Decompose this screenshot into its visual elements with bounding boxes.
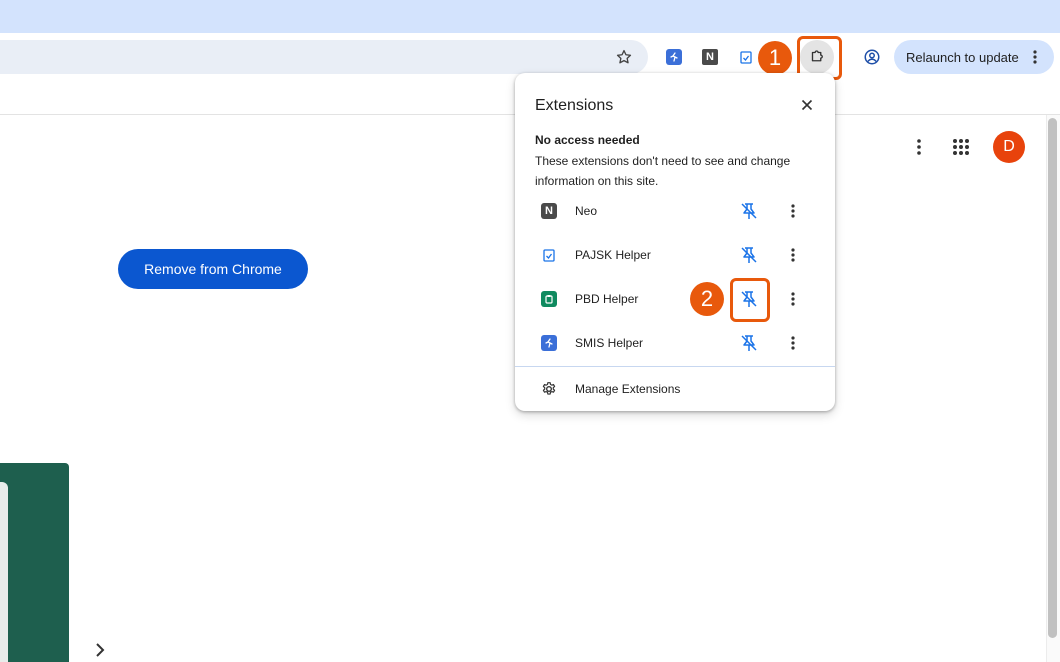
manage-extensions-row[interactable]: Manage Extensions bbox=[515, 367, 835, 411]
more-vertical-icon[interactable] bbox=[785, 333, 801, 353]
chevron-right-icon[interactable] bbox=[92, 641, 108, 659]
annotation-marker-2: 2 bbox=[690, 282, 724, 316]
extension-name: SMIS Helper bbox=[575, 336, 644, 350]
address-bar[interactable] bbox=[0, 40, 648, 74]
annotation-highlight-pin-button bbox=[730, 278, 770, 322]
relaunch-label: Relaunch to update bbox=[906, 49, 1019, 65]
profile-icon[interactable] bbox=[862, 47, 882, 67]
clipboard-icon bbox=[541, 291, 557, 307]
gear-icon bbox=[541, 381, 557, 397]
extension-name: PAJSK Helper bbox=[575, 248, 651, 262]
neo-icon: N bbox=[541, 203, 557, 219]
extension-name: PBD Helper bbox=[575, 292, 639, 306]
tab-strip bbox=[0, 0, 1060, 33]
more-vertical-icon[interactable] bbox=[785, 201, 801, 221]
more-vertical-icon bbox=[1033, 50, 1037, 64]
runner-icon bbox=[541, 335, 557, 351]
page-more-icon[interactable] bbox=[911, 137, 927, 157]
screenshot-card-inner bbox=[0, 482, 8, 662]
extension-name: Neo bbox=[575, 204, 598, 218]
more-vertical-icon[interactable] bbox=[785, 289, 801, 309]
annotation-marker-1: 1 bbox=[758, 41, 792, 75]
pin-icon[interactable] bbox=[739, 333, 759, 353]
scrollbar-thumb[interactable] bbox=[1048, 118, 1057, 638]
clipboard-check-icon bbox=[541, 247, 557, 263]
extensions-popup: Extensions No access needed These extens… bbox=[515, 73, 835, 411]
extensions-popup-title: Extensions bbox=[535, 97, 614, 114]
pin-icon[interactable] bbox=[739, 245, 759, 265]
neo-toolbar-icon[interactable]: N bbox=[702, 49, 718, 65]
more-vertical-icon[interactable] bbox=[785, 245, 801, 265]
apps-grid-icon[interactable] bbox=[951, 137, 971, 157]
pin-icon[interactable] bbox=[739, 201, 759, 221]
extension-row-pajsk-helper[interactable]: PAJSK Helper bbox=[515, 233, 835, 277]
extension-row-smis-helper[interactable]: SMIS Helper bbox=[515, 321, 835, 365]
section-title: No access needed bbox=[535, 133, 640, 147]
relaunch-to-update-button[interactable]: Relaunch to update bbox=[894, 40, 1054, 74]
bookmark-star-icon[interactable] bbox=[614, 47, 634, 67]
extension-row-pbd-helper[interactable]: PBD Helper 2 bbox=[515, 277, 835, 322]
pajsk-helper-toolbar-icon[interactable] bbox=[738, 49, 754, 65]
smis-helper-toolbar-icon[interactable] bbox=[666, 49, 682, 65]
extension-row-neo[interactable]: N Neo bbox=[515, 189, 835, 233]
close-icon[interactable] bbox=[797, 95, 817, 115]
screenshot-card bbox=[0, 463, 69, 662]
remove-from-chrome-button[interactable]: Remove from Chrome bbox=[118, 249, 308, 289]
manage-extensions-label: Manage Extensions bbox=[575, 382, 681, 396]
section-description: These extensions don't need to see and c… bbox=[535, 154, 791, 188]
avatar[interactable]: D bbox=[993, 131, 1025, 163]
